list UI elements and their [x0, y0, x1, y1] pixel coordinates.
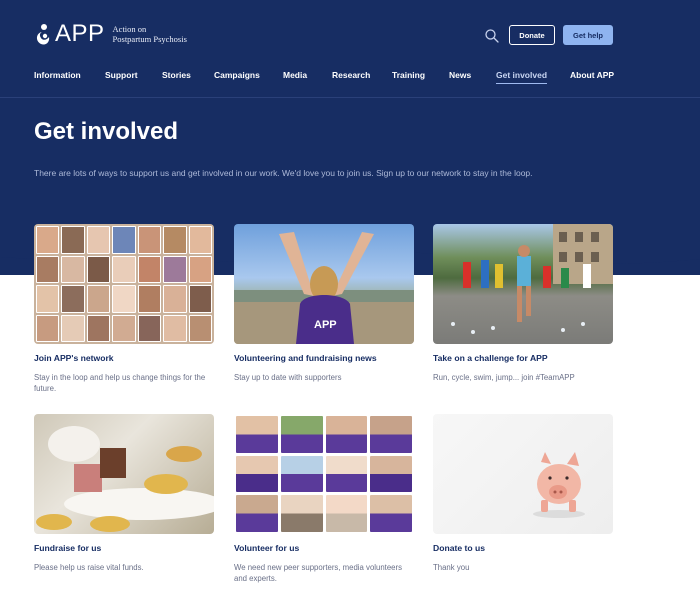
site-header: APP Action on Postpartum Psychosis Donat… [0, 0, 700, 98]
card-title: Take on a challenge for APP [433, 353, 548, 363]
card-fundraise[interactable]: Fundraise for us Please help us raise vi… [34, 414, 214, 573]
card-title: Fundraise for us [34, 543, 102, 553]
nav-item-news[interactable]: News [449, 70, 471, 80]
card-volunteering-news[interactable]: APP Volunteering and fundraising news St… [234, 224, 414, 383]
logo-wordmark: APP [55, 20, 105, 47]
nav-item-media[interactable]: Media [283, 70, 307, 80]
card-description: Stay up to date with supporters [234, 373, 342, 382]
afternoon-tea-image [34, 414, 214, 534]
nav-item-about-app[interactable]: About APP [570, 70, 614, 80]
card-join-network[interactable]: Join APP's network Stay in the loop and … [34, 224, 214, 394]
nav-item-support[interactable]: Support [105, 70, 138, 80]
page-title: Get involved [34, 118, 179, 145]
nav-item-training[interactable]: Training [392, 70, 425, 80]
logo-subtitle: Action on Postpartum Psychosis [113, 24, 187, 44]
cake-stand-icon [36, 426, 214, 532]
card-donate[interactable]: Donate to us Thank you [433, 414, 613, 573]
donate-button[interactable]: Donate [509, 25, 555, 45]
card-title: Volunteer for us [234, 543, 300, 553]
intro-text: There are lots of ways to support us and… [34, 168, 533, 178]
nav-item-stories[interactable]: Stories [162, 70, 191, 80]
card-volunteer[interactable]: Volunteer for us We need new peer suppor… [234, 414, 414, 584]
network-collage-image [34, 224, 214, 344]
card-description: Thank you [433, 563, 470, 572]
card-title: Volunteering and fundraising news [234, 353, 377, 363]
logo-subtitle-line2: Postpartum Psychosis [112, 34, 187, 44]
logo-subtitle-line1: Action on [112, 24, 147, 34]
logo-mother-child-icon [36, 24, 50, 45]
card-challenge[interactable]: Take on a challenge for APP Run, cycle, … [433, 224, 613, 383]
svg-text:APP: APP [314, 319, 337, 331]
card-description: Run, cycle, swim, jump... join #TeamAPP [433, 373, 575, 382]
piggy-bank-image [433, 414, 613, 534]
search-button[interactable] [484, 28, 500, 44]
main-nav: Information Support Stories Campaigns Me… [34, 70, 674, 86]
piggy-bank-icon [533, 452, 585, 518]
runners-illustration-icon [451, 224, 613, 334]
card-description: We need new peer supporters, media volun… [234, 563, 403, 583]
nav-item-get-involved[interactable]: Get involved [496, 70, 548, 84]
card-description: Stay in the loop and help us change thin… [34, 373, 206, 393]
card-description: Please help us raise vital funds. [34, 563, 144, 572]
get-help-button[interactable]: Get help [563, 25, 613, 45]
card-title: Join APP's network [34, 353, 114, 363]
marathon-runners-image [433, 224, 613, 344]
nav-item-campaigns[interactable]: Campaigns [214, 70, 260, 80]
card-title: Donate to us [433, 543, 486, 553]
nav-item-research[interactable]: Research [332, 70, 370, 80]
volunteers-collage-image [234, 414, 414, 534]
search-icon [485, 29, 499, 43]
volunteer-arms-raised-image: APP [234, 224, 414, 344]
app-logo[interactable]: APP Action on Postpartum Psychosis [34, 20, 187, 48]
nav-item-information[interactable]: Information [34, 70, 81, 80]
person-silhouette-icon: APP [234, 232, 414, 344]
